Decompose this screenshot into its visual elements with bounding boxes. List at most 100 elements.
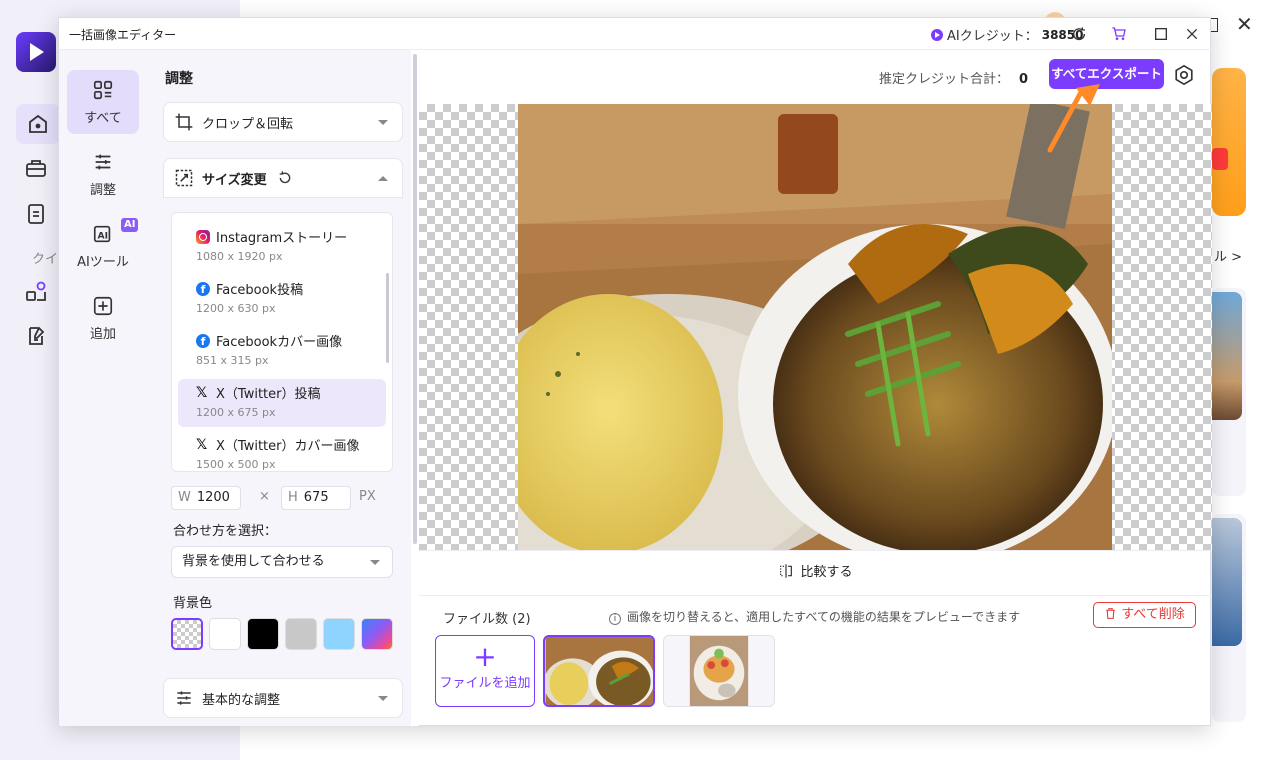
edit-document-icon[interactable]: [24, 324, 54, 354]
template-card[interactable]: [1212, 288, 1246, 496]
gear-icon[interactable]: [1173, 64, 1195, 86]
nav-label: 追加: [89, 327, 116, 342]
nav-item-all[interactable]: すべて: [67, 70, 139, 134]
grid-icon: [93, 80, 113, 100]
x-icon: 𝕏: [196, 436, 208, 453]
width-label: W: [178, 490, 191, 505]
swatch-black[interactable]: [247, 618, 279, 650]
close-icon[interactable]: [1182, 24, 1202, 44]
quick-label: クイ: [32, 252, 59, 267]
tools-link[interactable]: ル >: [1214, 246, 1242, 265]
preset-dims: 1500 x 500 px: [196, 458, 276, 471]
toolbox-icon[interactable]: [24, 156, 54, 186]
trash-icon: [1106, 608, 1116, 619]
feature-nav: すべて 調整 AI AI AIツール 追加: [59, 50, 147, 726]
preset-facebook-post[interactable]: f Facebook投稿 1200 x 630 px: [178, 275, 386, 323]
sliders-icon: [177, 691, 191, 705]
swatch-transparent[interactable]: [171, 618, 203, 650]
width-input[interactable]: W 1200: [171, 486, 241, 510]
thumbnail-image: [664, 636, 774, 706]
swatch-light-blue[interactable]: [323, 618, 355, 650]
delete-all-button[interactable]: すべて削除: [1093, 602, 1196, 628]
home-icon[interactable]: [16, 104, 60, 144]
nav-item-adjust[interactable]: 調整: [67, 142, 139, 206]
preset-name: X（Twitter）投稿: [216, 387, 321, 402]
add-square-icon: [93, 296, 113, 316]
preset-x-post[interactable]: 𝕏 X（Twitter）投稿 1200 x 675 px: [178, 379, 386, 427]
nav-item-add[interactable]: 追加: [67, 286, 139, 350]
template-card[interactable]: [1212, 514, 1246, 722]
estimated-credits: 推定クレジット合計： 0: [879, 68, 1028, 87]
sliders-icon: [95, 154, 111, 170]
preset-x-cover[interactable]: 𝕏 X（Twitter）カバー画像 1500 x 500 px: [178, 431, 386, 472]
height-input[interactable]: H 675: [281, 486, 351, 510]
info-text: 画像を切り替えると、適用したすべての機能の結果をプレビューできます: [627, 610, 1021, 624]
promo-card[interactable]: [1212, 68, 1246, 216]
preset-scrollbar[interactable]: [386, 273, 389, 363]
preset-name: Facebook投稿: [216, 283, 304, 298]
nav-label: AIツール: [77, 255, 129, 270]
crop-rotate-label: クロップ＆回転: [202, 116, 294, 132]
thumbnail-image: [545, 637, 653, 705]
compare-icon: [780, 564, 793, 578]
file-thumbnails: + ファイルを追加: [419, 634, 1212, 710]
crop-rotate-accordion[interactable]: クロップ＆回転: [163, 102, 403, 142]
nav-item-ai-tools[interactable]: AI AI AIツール: [67, 214, 139, 278]
background-color-label: 背景色: [173, 596, 213, 611]
files-info: i 画像を切り替えると、適用したすべての機能の結果をプレビューできます: [609, 608, 1020, 625]
add-file-button[interactable]: + ファイルを追加: [435, 635, 535, 707]
resize-accordion[interactable]: サイズ変更: [163, 158, 403, 198]
nav-label: 調整: [89, 183, 116, 198]
credit-label: AIクレジット：: [947, 29, 1038, 44]
compare-label: 比較する: [800, 565, 853, 580]
facebook-icon: f: [196, 333, 210, 348]
refresh-icon[interactable]: [1069, 24, 1089, 44]
preset-instagram-story[interactable]: Instagramストーリー 1080 x 1920 px: [178, 223, 386, 271]
document-icon[interactable]: [24, 202, 54, 232]
credit-icon: [931, 28, 943, 41]
settings-scrollbar[interactable]: [411, 50, 419, 726]
facebook-icon: f: [196, 281, 210, 296]
app-logo-icon: [16, 32, 56, 72]
annotation-arrow-icon: [1047, 84, 1100, 153]
cart-icon[interactable]: [1109, 24, 1129, 44]
title-bar: 一括画像エディター AIクレジット： 38850: [59, 18, 1212, 50]
maximize-icon[interactable]: [1151, 24, 1171, 44]
close-app-icon[interactable]: ✕: [1236, 12, 1253, 36]
dialog-title: 一括画像エディター: [69, 28, 177, 42]
preset-name: Instagramストーリー: [216, 231, 348, 246]
dimension-row: W 1200 × H 675 PX: [171, 486, 401, 510]
unit-label: PX: [359, 489, 376, 504]
fit-select[interactable]: 背景を使用して合わせる: [171, 546, 393, 578]
x-icon: 𝕏: [196, 384, 208, 401]
swatch-white[interactable]: [209, 618, 241, 650]
basic-adjust-accordion[interactable]: 基本的な調整: [163, 678, 403, 718]
ai-badge: AI: [121, 218, 139, 232]
preset-list[interactable]: Instagramストーリー 1080 x 1920 px f Facebook投…: [171, 212, 393, 472]
preset-facebook-cover[interactable]: f Facebookカバー画像 851 x 315 px: [178, 327, 386, 375]
resize-label: サイズ変更: [202, 172, 267, 188]
fit-label: 合わせ方を選択：: [173, 524, 278, 539]
apps-icon[interactable]: [24, 280, 54, 310]
chevron-up-icon[interactable]: [378, 176, 388, 181]
compare-button[interactable]: 比較する: [419, 550, 1212, 596]
preset-dims: 851 x 315 px: [196, 354, 269, 367]
file-thumbnail[interactable]: [663, 635, 775, 707]
plus-icon: +: [473, 640, 497, 673]
delete-all-label: すべて削除: [1121, 607, 1185, 622]
file-thumbnail[interactable]: [543, 635, 655, 707]
preset-dims: 1200 x 675 px: [196, 406, 276, 419]
settings-title: 調整: [165, 71, 193, 87]
swatch-gray[interactable]: [285, 618, 317, 650]
swatch-gradient[interactable]: [361, 618, 393, 650]
preview-image: [518, 104, 1112, 550]
chevron-down-icon: [370, 560, 380, 565]
reset-icon[interactable]: [277, 170, 293, 186]
chevron-down-icon: [378, 120, 388, 125]
instagram-icon: [196, 229, 210, 244]
curry-photo: [518, 104, 1112, 550]
preset-name: X（Twitter）カバー画像: [216, 439, 360, 454]
chevron-down-icon: [378, 696, 388, 701]
add-file-label: ファイルを追加: [439, 676, 531, 691]
svg-text:AI: AI: [98, 231, 109, 242]
